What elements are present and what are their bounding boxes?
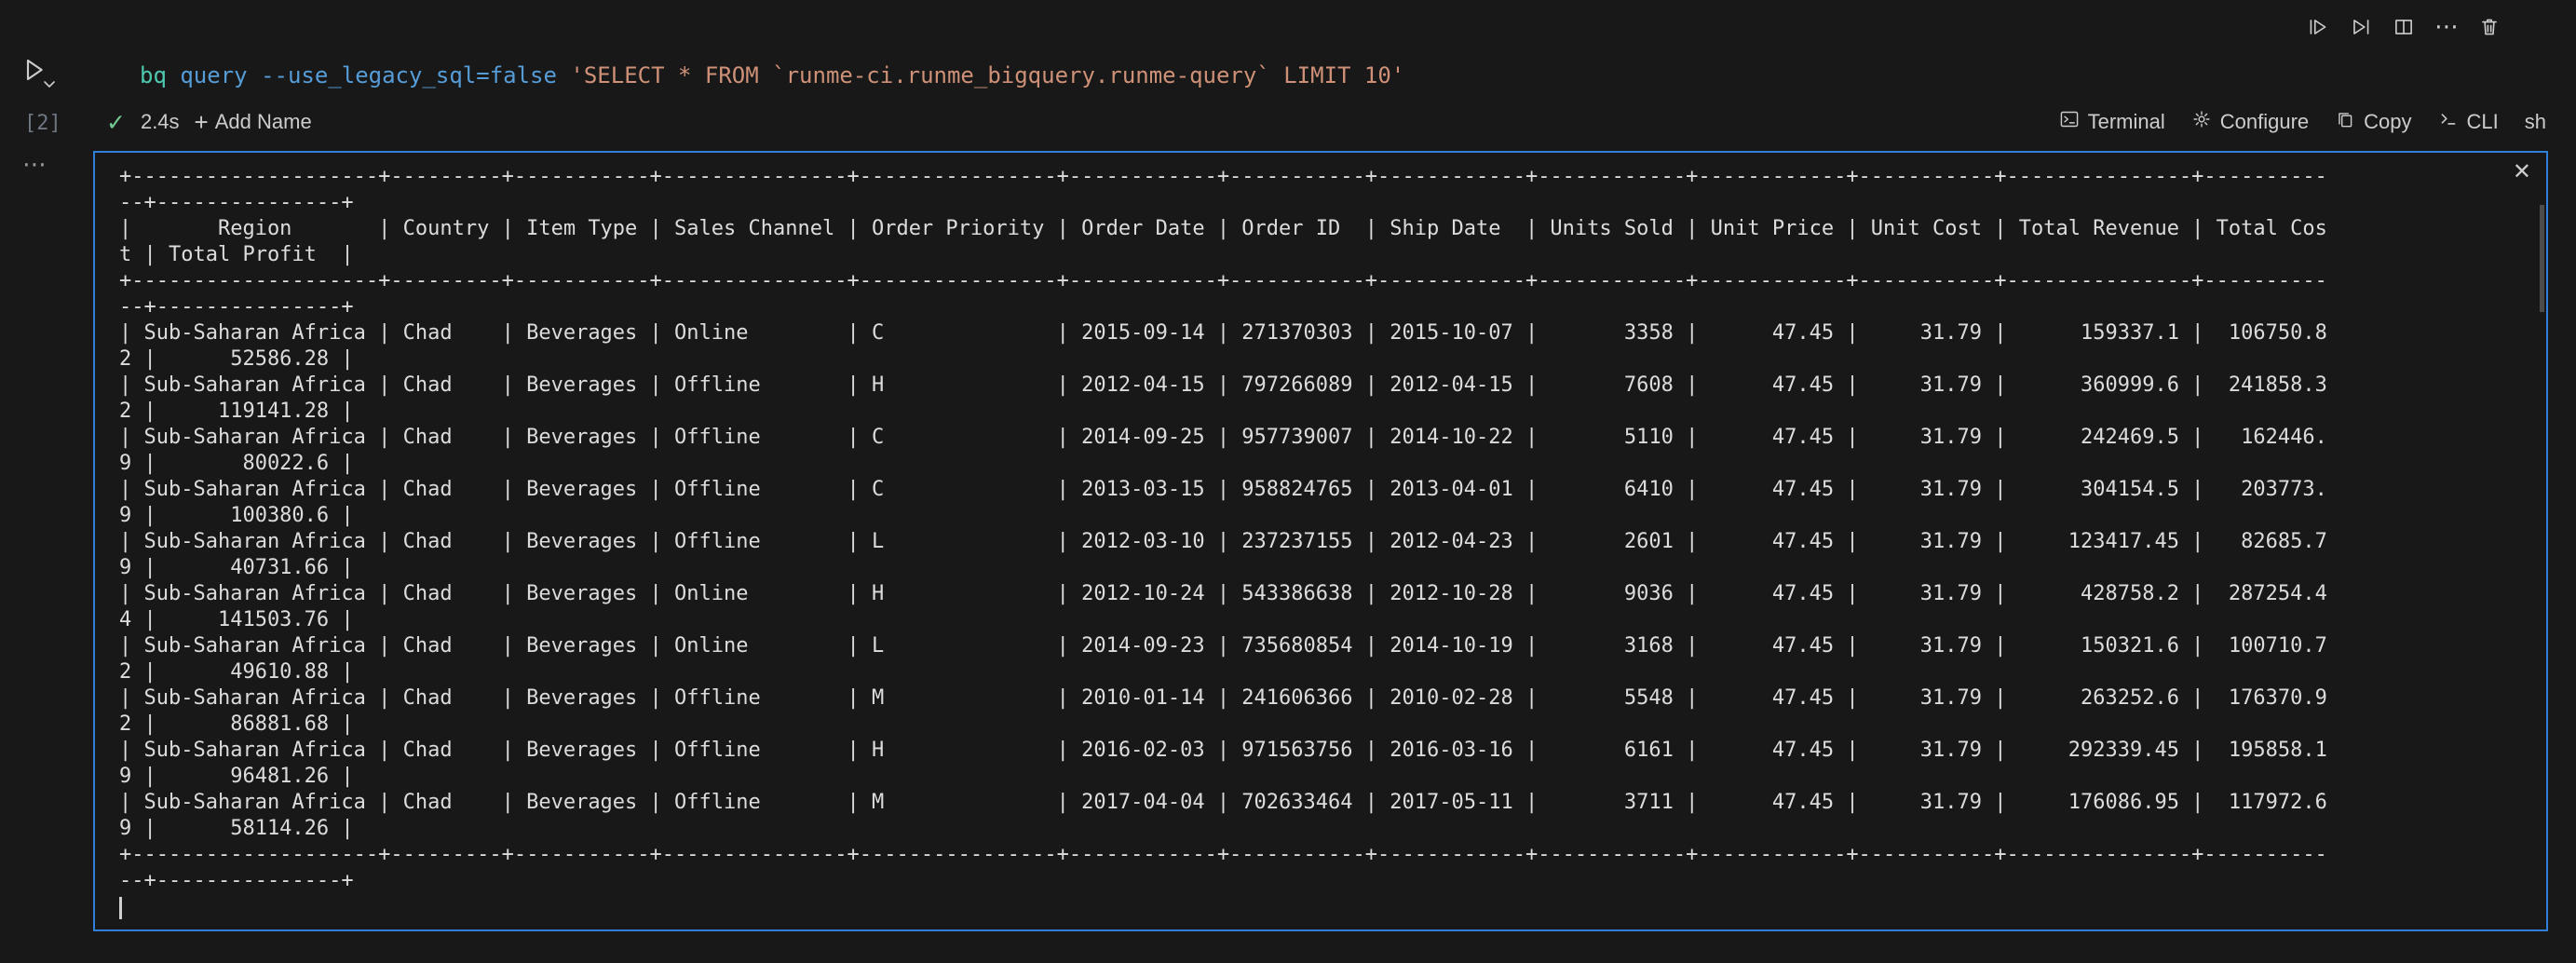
- terminal-output[interactable]: +--------------------+---------+--------…: [93, 151, 2548, 931]
- terminal-scrollbar[interactable]: [2540, 205, 2544, 312]
- terminal-tab-label: Terminal: [2088, 110, 2165, 134]
- execution-duration: 2.4s: [141, 110, 180, 134]
- status-left: ✓ 2.4s + Add Name: [106, 110, 312, 134]
- run-cell-button[interactable]: [13, 50, 54, 91]
- language-label: sh: [2525, 110, 2546, 134]
- close-output-icon[interactable]: ✕: [2513, 160, 2531, 183]
- cell-toolbar: ⋯: [2300, 9, 2507, 45]
- terminal-tab[interactable]: Terminal: [2059, 109, 2165, 135]
- success-check-icon: ✓: [106, 111, 126, 134]
- command-editor[interactable]: bq query --use_legacy_sql=false 'SELECT …: [93, 54, 2548, 97]
- cell-status-bar: ✓ 2.4s + Add Name Terminal: [93, 97, 2548, 147]
- cli-icon: [2438, 109, 2459, 135]
- language-indicator[interactable]: sh: [2525, 110, 2546, 134]
- delete-cell-icon[interactable]: [2472, 9, 2507, 45]
- configure-button[interactable]: Configure: [2191, 109, 2309, 135]
- configure-label: Configure: [2220, 110, 2309, 134]
- copy-icon: [2335, 109, 2355, 135]
- more-actions-icon[interactable]: ⋯: [2429, 9, 2464, 45]
- split-cell-icon[interactable]: [2386, 9, 2421, 45]
- terminal-text: +--------------------+---------+--------…: [119, 164, 2546, 894]
- chevron-down-icon: [43, 77, 56, 91]
- gear-icon: [2191, 109, 2212, 135]
- add-name-label: Add Name: [215, 110, 312, 134]
- copy-label: Copy: [2364, 110, 2411, 134]
- terminal-cursor: [119, 897, 122, 919]
- command-text: bq query --use_legacy_sql=false 'SELECT …: [140, 62, 1404, 88]
- cell-overflow-menu-icon[interactable]: ⋯: [22, 153, 47, 177]
- terminal-icon: [2059, 109, 2080, 135]
- cli-label: CLI: [2467, 110, 2499, 134]
- execute-above-icon[interactable]: [2300, 9, 2336, 45]
- add-name-button[interactable]: + Add Name: [195, 110, 312, 134]
- cell-main: bq query --use_legacy_sql=false 'SELECT …: [93, 54, 2548, 931]
- cli-button[interactable]: CLI: [2438, 109, 2499, 135]
- execute-below-icon[interactable]: [2343, 9, 2379, 45]
- notebook-cell-region: ⋯ [2] ⋯ bq query --use_legacy_sql=false …: [0, 0, 2576, 963]
- status-right: Terminal Configure Copy: [2059, 109, 2548, 135]
- execution-count: [2]: [24, 112, 61, 135]
- copy-button[interactable]: Copy: [2335, 109, 2411, 135]
- plus-icon: +: [195, 110, 209, 134]
